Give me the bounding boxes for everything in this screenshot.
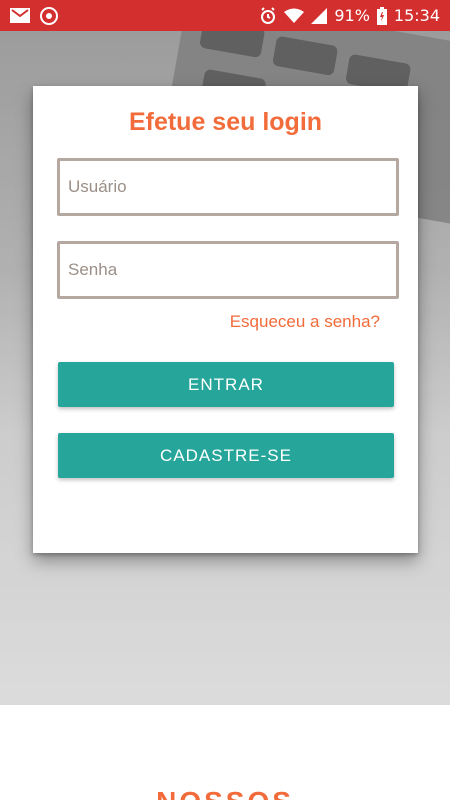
battery-icon	[376, 6, 387, 25]
status-time: 15:34	[393, 6, 440, 25]
username-input[interactable]	[57, 158, 399, 216]
page-title: Efetue seu login	[128, 108, 323, 136]
signup-button[interactable]: CADASTRE-SE	[58, 433, 394, 478]
alarm-icon	[261, 6, 276, 24]
login-button[interactable]: ENTRAR	[58, 362, 394, 407]
section-title: NOSSOS	[0, 786, 450, 800]
wifi-icon	[284, 8, 305, 23]
login-card: Efetue seu login Esqueceu a senha? ENTRA…	[33, 86, 418, 553]
status-bar: 91% 15:34	[0, 0, 450, 31]
mail-icon	[10, 8, 30, 23]
record-icon	[40, 6, 58, 25]
password-input[interactable]	[57, 241, 399, 299]
forgot-password-link[interactable]: Esqueceu a senha?	[230, 312, 380, 332]
battery-percentage: 91%	[334, 6, 370, 25]
signal-icon	[311, 7, 328, 24]
status-left	[10, 6, 58, 25]
status-right: 91% 15:34	[259, 6, 440, 25]
